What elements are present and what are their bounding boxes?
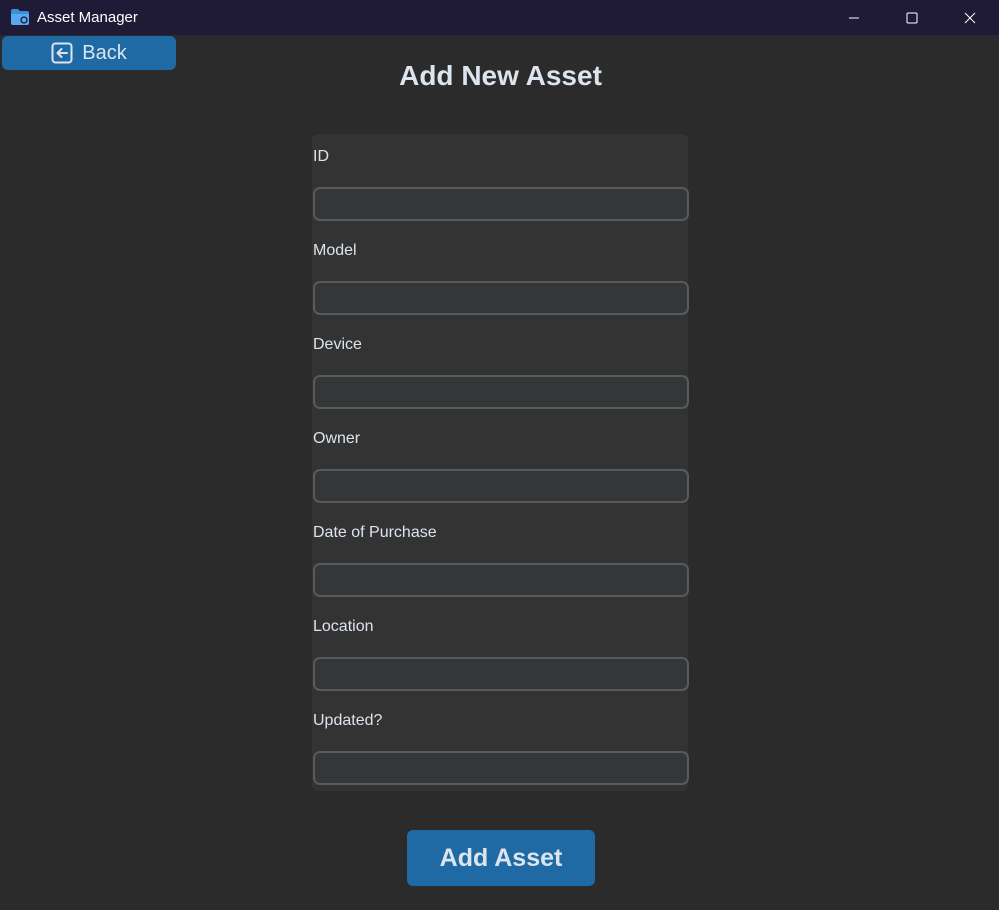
close-icon [964,12,976,23]
updated-input[interactable] [313,751,689,785]
date-of-purchase-input[interactable] [313,563,689,597]
field-date-of-purchase: Date of Purchase [312,510,689,604]
close-button[interactable] [941,0,999,35]
field-id: ID [312,134,689,228]
field-label: Device [313,336,362,353]
field-label: Model [313,242,357,259]
add-asset-button[interactable]: Add Asset [407,830,595,886]
model-input[interactable] [313,281,689,315]
field-owner: Owner [312,416,689,510]
field-label: Location [313,618,374,635]
folder-app-icon [11,9,29,25]
id-input[interactable] [313,187,689,221]
title-bar: Asset Manager [0,0,999,35]
field-model: Model [312,228,689,322]
maximize-button[interactable] [883,0,941,35]
maximize-icon [906,12,918,23]
device-input[interactable] [313,375,689,409]
field-label: Updated? [313,712,383,729]
asset-form: ID Model Device Owner Date of Purchase L… [312,134,689,792]
window-title: Asset Manager [37,9,138,26]
field-device: Device [312,322,689,416]
location-input[interactable] [313,657,689,691]
owner-input[interactable] [313,469,689,503]
field-updated: Updated? [312,698,689,792]
minimize-button[interactable] [825,0,883,35]
minimize-icon [849,17,859,18]
field-location: Location [312,604,689,698]
page-title: Add New Asset [399,60,602,91]
field-label: Date of Purchase [313,524,437,541]
field-label: Owner [313,430,361,447]
field-label: ID [313,148,329,165]
